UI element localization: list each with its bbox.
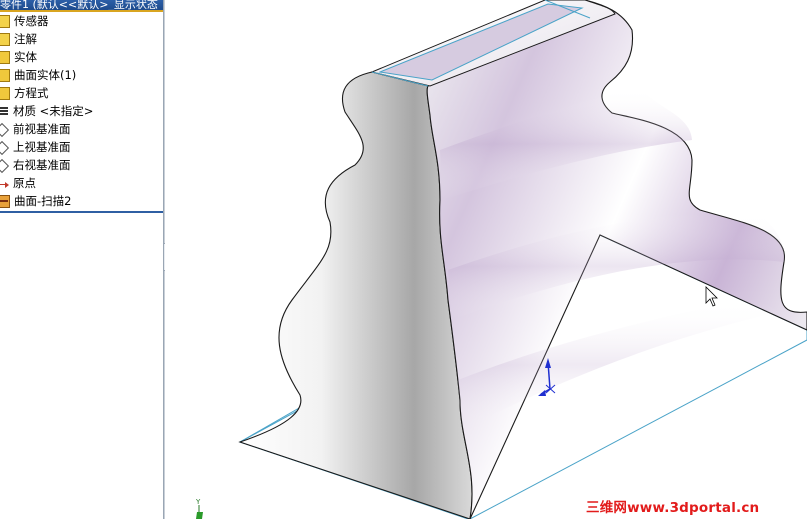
plane-icon	[0, 160, 9, 171]
tree-item-label: 方程式	[14, 86, 49, 100]
tree-header-part-name[interactable]: 零件1 (默认<<默认>_显示状态	[0, 0, 163, 12]
tree-item-label: 曲面实体(1)	[14, 68, 77, 82]
tree-item-label: 实体	[14, 50, 37, 64]
tree-item-label: 上视基准面	[13, 140, 71, 154]
tree-item-label: 传感器	[14, 14, 49, 28]
model-view: Y	[195, 0, 807, 519]
tree-item-surface-bodies[interactable]: 曲面实体(1)	[0, 66, 163, 84]
tree-item-label: 材质 <未指定>	[13, 104, 94, 118]
tree-item-front-plane[interactable]: 前视基准面	[0, 120, 163, 138]
material-icon	[0, 106, 9, 117]
tree-item-material[interactable]: 材质 <未指定>	[0, 102, 163, 120]
rollback-bar[interactable]	[0, 211, 163, 213]
tree-item-label: 注解	[14, 32, 37, 46]
annotation-icon	[0, 32, 10, 46]
mouse-cursor-icon	[705, 286, 718, 307]
tree-item-solid-bodies[interactable]: 实体	[0, 48, 163, 66]
tree-item-sensors[interactable]: 传感器	[0, 12, 163, 30]
tree-item-label: 曲面-扫描2	[14, 194, 72, 208]
solid-body-icon	[0, 50, 10, 64]
tree-item-origin[interactable]: 原点	[0, 174, 163, 192]
equation-icon	[0, 86, 10, 100]
triad-y-label: Y	[195, 498, 201, 506]
tree-item-top-plane[interactable]: 上视基准面	[0, 138, 163, 156]
tree-item-equations[interactable]: 方程式	[0, 84, 163, 102]
tree-item-annotations[interactable]: 注解	[0, 30, 163, 48]
tree-item-label: 右视基准面	[13, 158, 71, 172]
view-orientation-triad: Y	[195, 498, 203, 519]
tree-item-sweep-surface[interactable]: 曲面-扫描2	[0, 192, 163, 210]
feature-list: 传感器 注解 实体 曲面实体(1) 方程式 材质 <未指定> 前视基准面 上视基…	[0, 12, 163, 213]
sweep-surface-icon	[0, 194, 10, 208]
origin-icon	[0, 178, 9, 189]
tree-item-right-plane[interactable]: 右视基准面	[0, 156, 163, 174]
site-watermark: 三维网www.3dportal.cn	[586, 500, 760, 516]
surface-body-icon	[0, 68, 10, 82]
tree-item-label: 前视基准面	[13, 122, 71, 136]
graphics-area[interactable]: Y	[165, 0, 807, 519]
tree-item-label: 原点	[13, 176, 36, 190]
plane-icon	[0, 142, 9, 153]
sensor-icon	[0, 14, 10, 28]
feature-manager-tree: 零件1 (默认<<默认>_显示状态 传感器 注解 实体 曲面实体(1) 方程式 …	[0, 0, 164, 519]
plane-icon	[0, 124, 9, 135]
